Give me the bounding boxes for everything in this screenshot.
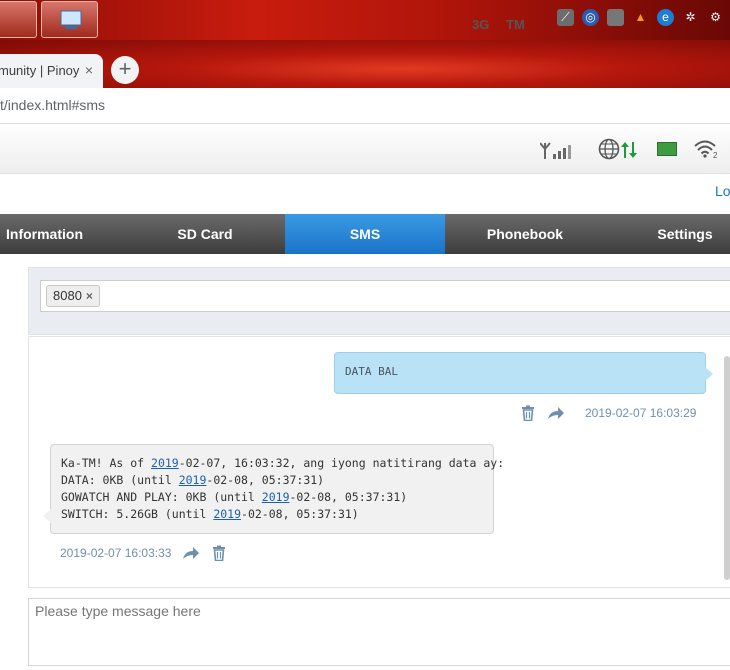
- system-tray: ⟋ ◎ ▲ e ✲ ⚙: [557, 9, 724, 26]
- text-fragment: GOWATCH AND PLAY: 0KB (until: [61, 490, 262, 504]
- date-link[interactable]: 2019: [179, 473, 207, 487]
- message-line: DATA: 0KB (until 2019-02-08, 05:37:31): [61, 472, 483, 489]
- internet-globe-icon: [598, 138, 620, 160]
- browser-e-icon[interactable]: e: [657, 9, 674, 26]
- compose-area: [28, 598, 730, 666]
- message-timestamp: 2019-02-07 16:03:29: [585, 406, 697, 420]
- recipient-panel: 8080 ×: [28, 267, 730, 335]
- remove-recipient-icon[interactable]: ×: [86, 289, 93, 303]
- text-fragment: -02-08, 05:37:31): [289, 490, 408, 504]
- tab-sd-card[interactable]: SD Card: [125, 214, 285, 254]
- sim-card-icon: [657, 142, 677, 156]
- text-fragment: SWITCH: 5.26GB (until: [61, 507, 214, 521]
- recipient-input[interactable]: 8080 ×: [40, 280, 730, 312]
- new-tab-button[interactable]: +: [111, 56, 139, 84]
- outgoing-message-text: DATA BAL: [345, 365, 398, 378]
- network-type-indicator: 3G: [472, 17, 490, 32]
- delete-icon[interactable]: [211, 545, 227, 561]
- taskbar-app-button[interactable]: [41, 1, 98, 38]
- globe-icon[interactable]: ◎: [582, 9, 599, 26]
- close-icon[interactable]: ×: [85, 62, 93, 78]
- address-bar[interactable]: t/index.html#sms: [0, 88, 730, 124]
- computer-icon: [60, 10, 82, 29]
- gear-icon[interactable]: ⚙: [707, 9, 724, 26]
- vlc-icon[interactable]: ▲: [632, 9, 649, 26]
- forward-icon[interactable]: [182, 545, 200, 561]
- message-line: SWITCH: 5.26GB (until 2019-02-08, 05:37:…: [61, 506, 483, 523]
- signal-strength-icon: [540, 142, 571, 159]
- browser-tab-strip: munity | Pinoy ×: [0, 40, 730, 88]
- logout-link[interactable]: Lo: [715, 183, 730, 199]
- desktop-taskbar: ⟋ ◎ ▲ e ✲ ⚙: [0, 0, 730, 40]
- conversation-scrollbar[interactable]: [724, 356, 730, 580]
- browser-tab[interactable]: munity | Pinoy ×: [0, 54, 103, 88]
- message-timestamp: 2019-02-07 16:03:33: [60, 546, 172, 560]
- message-input[interactable]: [29, 599, 730, 665]
- data-transfer-icon: [621, 142, 637, 158]
- text-fragment: Ka-TM! As of: [61, 456, 152, 470]
- taskbar-app-button[interactable]: [0, 1, 37, 38]
- date-link[interactable]: 2019: [151, 456, 179, 470]
- tab-information[interactable]: Information: [0, 214, 88, 254]
- tab-sms[interactable]: SMS: [285, 214, 445, 254]
- wifi-client-count: 2: [713, 151, 718, 159]
- tab-settings[interactable]: Settings: [605, 214, 730, 254]
- stop-icon[interactable]: [607, 9, 624, 26]
- delete-icon[interactable]: [520, 405, 536, 421]
- main-nav: Information SD Card SMS Phonebook Settin…: [0, 214, 730, 254]
- tab-title: munity | Pinoy: [0, 63, 80, 78]
- recipient-number: 8080: [53, 288, 82, 303]
- feather-icon[interactable]: ⟋: [557, 9, 574, 26]
- forward-icon[interactable]: [547, 405, 565, 421]
- url-text[interactable]: t/index.html#sms: [0, 97, 105, 113]
- text-fragment: DATA: 0KB (until: [61, 473, 179, 487]
- date-link[interactable]: 2019: [262, 490, 290, 504]
- message-line: GOWATCH AND PLAY: 0KB (until 2019-02-08,…: [61, 489, 483, 506]
- text-fragment: -02-08, 05:37:31): [206, 473, 325, 487]
- text-fragment: -02-08, 05:37:31): [241, 507, 359, 521]
- incoming-message-bubble: Ka-TM! As of 2019-02-07, 16:03:32, ang i…: [43, 444, 504, 534]
- tools-icon[interactable]: ✲: [682, 9, 699, 26]
- message-line: Ka-TM! As of 2019-02-07, 16:03:32, ang i…: [61, 455, 504, 472]
- carrier-indicator: TM: [506, 17, 525, 32]
- wifi-icon: 2: [694, 140, 718, 159]
- tab-phonebook[interactable]: Phonebook: [445, 214, 605, 254]
- outgoing-message-bubble: DATA BAL: [334, 352, 713, 394]
- recipient-chip[interactable]: 8080 ×: [46, 285, 100, 307]
- date-link[interactable]: 2019: [213, 507, 241, 521]
- text-fragment: -02-07, 16:03:32, ang iyong natitirang d…: [178, 456, 505, 470]
